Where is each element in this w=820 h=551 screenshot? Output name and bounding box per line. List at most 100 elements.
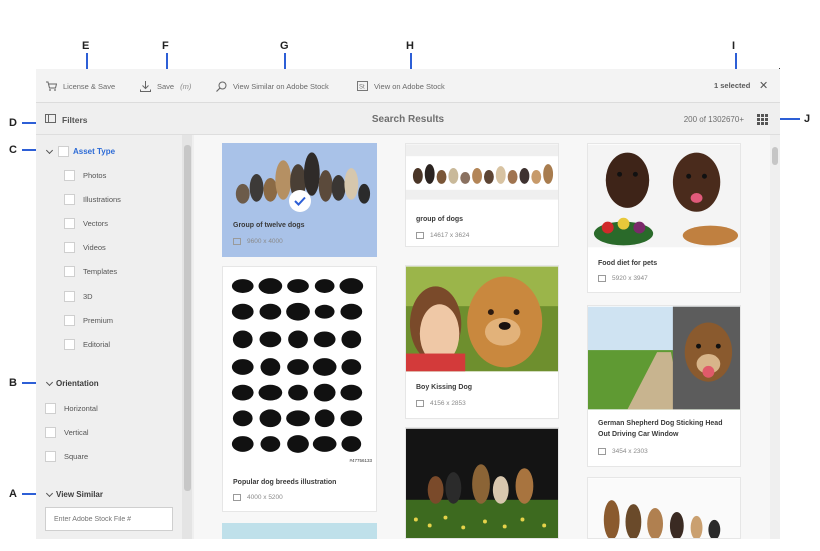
result-card[interactable]: #47756133 Popular dog breeds illustratio… xyxy=(222,266,377,512)
checkbox[interactable] xyxy=(64,194,75,205)
filter-label: Horizontal xyxy=(64,404,98,413)
license-save-button[interactable]: License & Save xyxy=(46,81,115,91)
dog-row-thumbnail xyxy=(406,144,558,200)
download-icon xyxy=(140,81,151,92)
asset-type-section[interactable]: Asset Type xyxy=(45,146,115,157)
view-similar-button[interactable]: View Similar on Adobe Stock xyxy=(216,81,329,92)
card-dimensions: 5920 x 3947 xyxy=(598,275,648,282)
save-button[interactable]: Save (m) xyxy=(140,81,191,92)
search-icon xyxy=(216,81,227,92)
filter-label: Photos xyxy=(83,171,107,180)
dimension-value: 3454 x 2303 xyxy=(612,448,648,455)
card-dimensions: 14617 x 3624 xyxy=(416,232,469,239)
toolbar: License & Save Save (m) View Similar on … xyxy=(36,69,780,103)
chevron-down-icon xyxy=(45,146,54,154)
asset-type-checkbox[interactable] xyxy=(58,146,69,157)
filter-label: Square xyxy=(64,452,89,461)
card-dimensions: 3454 x 2303 xyxy=(598,448,648,455)
checkbox[interactable] xyxy=(45,403,56,414)
filter-square[interactable]: Square xyxy=(45,451,88,462)
save-label: Save xyxy=(157,82,175,91)
save-shortcut: (m) xyxy=(180,82,192,91)
view-similar-section[interactable]: View Similar xyxy=(45,489,103,499)
sidebar-scroll-thumb[interactable] xyxy=(184,145,191,491)
dimension-icon xyxy=(598,275,606,282)
filter-photos[interactable]: Photos xyxy=(64,170,106,181)
cart-icon xyxy=(46,81,57,91)
results-grid: Group of twelve dogs 9600 x 4000 #477561… xyxy=(194,135,780,539)
selected-count: 1 selected xyxy=(714,81,751,90)
result-card[interactable] xyxy=(587,477,741,539)
view-on-stock-label: View on Adobe Stock xyxy=(374,81,445,91)
filter-templates[interactable]: Templates xyxy=(64,266,117,277)
license-save-label: License & Save xyxy=(63,81,116,91)
dimension-value: 4000 x 5200 xyxy=(247,494,283,501)
card-title: Popular dog breeds illustration xyxy=(233,479,337,486)
filter-illustrations[interactable]: Illustrations xyxy=(64,194,121,205)
dimension-icon xyxy=(598,448,606,455)
filter-videos[interactable]: Videos xyxy=(64,242,106,253)
stock-file-input[interactable] xyxy=(45,507,173,531)
checkbox[interactable] xyxy=(64,242,75,253)
result-card[interactable]: Group of twelve dogs 9600 x 4000 xyxy=(222,143,377,257)
filter-label: Illustrations xyxy=(83,195,121,204)
result-card[interactable] xyxy=(222,523,377,539)
boy-dog-thumbnail xyxy=(406,266,558,372)
filters-sidebar: Asset Type Photos Illustrations Vectors … xyxy=(36,135,194,539)
close-icon[interactable]: ✕ xyxy=(759,79,768,92)
checkbox[interactable] xyxy=(45,451,56,462)
grid-view-icon[interactable] xyxy=(757,114,768,125)
result-card[interactable]: Boy Kissing Dog 4156 x 2853 xyxy=(405,265,559,419)
filter-vertical[interactable]: Vertical xyxy=(45,427,89,438)
checkbox[interactable] xyxy=(64,291,75,302)
result-card[interactable]: German Shepherd Dog Sticking Head Out Dr… xyxy=(587,305,741,467)
card-dimensions: 4000 x 5200 xyxy=(233,494,283,501)
svg-text:St: St xyxy=(359,85,365,91)
callout-g: G xyxy=(280,40,289,52)
results-scrollbar[interactable] xyxy=(770,135,780,539)
dimension-value: 14617 x 3624 xyxy=(430,232,470,239)
filter-vectors[interactable]: Vectors xyxy=(64,218,108,229)
checkbox[interactable] xyxy=(64,315,75,326)
checkbox[interactable] xyxy=(64,266,75,277)
callout-e: E xyxy=(82,40,90,52)
dimension-icon xyxy=(416,400,424,407)
filter-label: Videos xyxy=(83,243,106,252)
filter-label: Premium xyxy=(83,316,114,325)
card-title: Food diet for pets xyxy=(598,260,658,267)
checkbox[interactable] xyxy=(64,339,75,350)
selected-check-icon[interactable] xyxy=(289,190,311,212)
checkbox[interactable] xyxy=(45,427,56,438)
card-dimensions: 9600 x 4000 xyxy=(233,238,283,245)
filter-3d[interactable]: 3D xyxy=(64,291,93,302)
card-title: Group of twelve dogs xyxy=(233,222,305,229)
results-count: 200 of 1302670+ xyxy=(683,115,744,124)
filter-label: 3D xyxy=(83,292,93,301)
filter-premium[interactable]: Premium xyxy=(64,315,113,326)
dogs-grass-thumbnail xyxy=(406,428,558,538)
pets-food-thumbnail xyxy=(588,144,740,248)
dimension-icon xyxy=(233,238,241,245)
orientation-section[interactable]: Orientation xyxy=(45,378,99,388)
callout-j: J xyxy=(804,113,811,125)
dimension-value: 5920 x 3947 xyxy=(612,275,648,282)
chevron-down-icon xyxy=(45,378,54,386)
callout-f: F xyxy=(162,40,169,52)
results-scroll-thumb[interactable] xyxy=(772,147,778,165)
card-dimensions: 4156 x 2853 xyxy=(416,400,466,407)
filter-label: Templates xyxy=(83,267,118,276)
checkbox[interactable] xyxy=(64,170,75,181)
result-card[interactable] xyxy=(405,427,559,539)
callout-c: C xyxy=(9,144,17,156)
filter-editorial[interactable]: Editorial xyxy=(64,339,110,350)
checkbox[interactable] xyxy=(64,218,75,229)
card-title: group of dogs xyxy=(416,216,464,223)
result-card[interactable]: Food diet for pets 5920 x 3947 xyxy=(587,143,741,293)
filter-horizontal[interactable]: Horizontal xyxy=(45,403,98,414)
view-on-stock-button[interactable]: St View on Adobe Stock xyxy=(357,81,445,91)
callout-i: I xyxy=(732,40,736,52)
result-card[interactable]: group of dogs 14617 x 3624 xyxy=(405,143,559,247)
dog-car-window-thumbnail xyxy=(588,306,740,410)
callout-a: A xyxy=(9,488,17,500)
filter-label: Vectors xyxy=(83,219,109,228)
